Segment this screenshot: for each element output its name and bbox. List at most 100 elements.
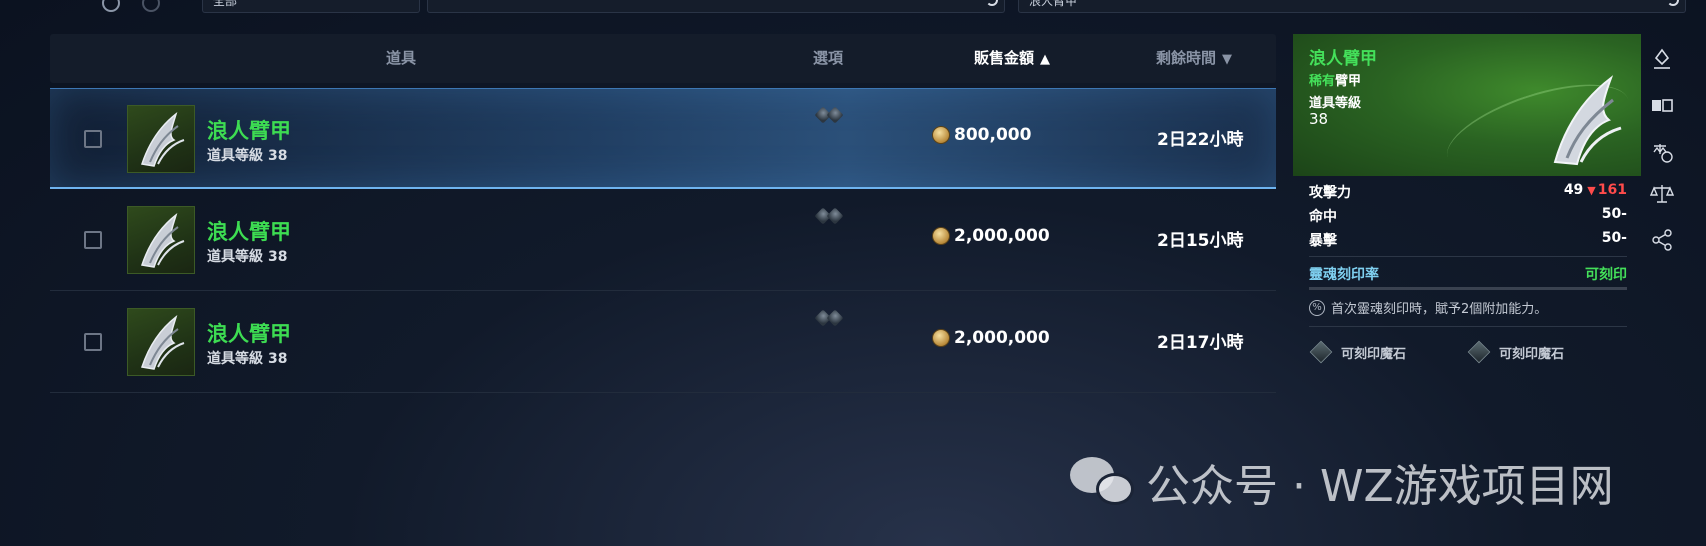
soul-engrave-row: 靈魂刻印率 可刻印 — [1309, 264, 1627, 284]
engrave-rate-bar — [1309, 287, 1627, 290]
socket-gem-icon — [1309, 340, 1333, 364]
share-icon[interactable] — [1650, 228, 1674, 252]
watermark: 公众号 · WZ游戏项目网 — [1070, 450, 1614, 514]
stat-accuracy: 命中 50- — [1309, 206, 1627, 230]
row-checkbox[interactable] — [84, 333, 102, 351]
sale-price: 2,000,000 — [932, 328, 1050, 348]
detail-item-name: 浪人臂甲 — [1309, 49, 1377, 69]
item-level-label: 道具等級 — [207, 249, 263, 265]
detail-rarity: 稀有 — [1309, 74, 1336, 89]
socket-gem-icon — [1467, 340, 1491, 364]
stat-value: 49 ▼ 161 — [1564, 182, 1627, 198]
bracer-icon — [1553, 75, 1622, 166]
coin-icon — [932, 227, 950, 245]
detail-rarity-type: 稀有臂甲 — [1309, 70, 1361, 89]
sort-down-icon: ▼ — [1222, 52, 1233, 67]
detail-level-value: 38 — [1309, 110, 1329, 128]
socket-label: 可刻印魔石 — [1499, 346, 1565, 362]
row-checkbox[interactable] — [84, 130, 102, 148]
bracer-icon — [141, 212, 185, 268]
sale-price-value: 2,000,000 — [954, 226, 1050, 246]
item-thumbnail — [127, 308, 195, 376]
detail-header: 浪人臂甲 稀有臂甲 道具等級 38 — [1293, 34, 1641, 192]
stat-compare: 161 — [1597, 182, 1627, 198]
item-level-label: 道具等級 — [207, 148, 263, 164]
column-options: 選項 — [813, 49, 844, 67]
column-time-label: 剩餘時間 — [1156, 49, 1217, 67]
stat-label: 暴擊 — [1309, 233, 1337, 249]
engrave-note-text: 首次靈魂刻印時，賦予2個附加能力。 — [1331, 302, 1548, 317]
table-row[interactable]: 浪人臂甲 道具等級 38 2,000,000 2日15小時 — [50, 190, 1276, 291]
refresh-icon[interactable] — [1667, 0, 1679, 6]
stat-label: 攻擊力 — [1309, 185, 1351, 201]
socket-slot[interactable]: 可刻印魔石 — [1309, 340, 1407, 364]
search-input-item[interactable]: 浪人臂甲 — [1018, 0, 1686, 13]
item-level: 道具等級 38 — [207, 348, 287, 368]
detail-type: 臂甲 — [1335, 74, 1362, 89]
option-gems — [814, 207, 844, 225]
table-row[interactable]: 浪人臂甲 道具等級 38 2,000,000 2日17小時 — [50, 292, 1276, 393]
balance-scale-icon[interactable] — [1649, 182, 1675, 206]
column-time-sort[interactable]: 剩餘時間 ▼ — [1156, 34, 1232, 83]
row-checkbox[interactable] — [84, 231, 102, 249]
compare-cards-icon[interactable] — [1650, 94, 1674, 118]
item-thumbnail — [127, 105, 195, 173]
engrave-status: 可刻印 — [1585, 267, 1627, 283]
column-price-label: 販售金額 — [974, 49, 1035, 67]
item-level-value: 38 — [268, 351, 288, 367]
settings-icon[interactable] — [102, 0, 120, 12]
item-name[interactable]: 浪人臂甲 — [207, 115, 291, 145]
sort-up-icon: ▲ — [1040, 52, 1051, 67]
table-header: 道具 選項 販售金額 ▲ 剩餘時間 ▼ — [50, 34, 1276, 83]
item-level: 道具等級 38 — [207, 246, 287, 266]
search-input-primary[interactable] — [427, 0, 1005, 13]
gem-icon — [826, 106, 844, 124]
stat-value: 50- — [1601, 206, 1627, 222]
sale-price: 2,000,000 — [932, 226, 1050, 246]
stat-value: 50- — [1601, 230, 1627, 246]
table-row[interactable]: 浪人臂甲 道具等級 38 800,000 2日22小時 — [50, 88, 1276, 189]
socket-slot[interactable]: 可刻印魔石 — [1467, 340, 1565, 364]
item-detail-panel: 浪人臂甲 稀有臂甲 道具等級 38 攻擊力 49 ▼ 161 命中 50- 暴擊 5… — [1293, 34, 1641, 364]
item-name[interactable]: 浪人臂甲 — [207, 318, 291, 348]
option-gems — [814, 309, 844, 327]
detail-level-label: 道具等級 — [1309, 96, 1362, 111]
sale-price-value: 800,000 — [954, 125, 1032, 145]
divider — [1309, 326, 1627, 327]
watermark-text: 公众号 · WZ游戏项目网 — [1146, 461, 1614, 512]
top-filter-bar: 全部 浪人臂甲 — [0, 0, 1706, 14]
remaining-time: 2日17小時 — [1157, 333, 1244, 353]
gem-icon — [826, 207, 844, 225]
stat-label: 命中 — [1309, 209, 1337, 225]
stat-current: 49 — [1563, 182, 1584, 198]
refresh-icon[interactable] — [986, 0, 998, 6]
remaining-time: 2日22小時 — [1157, 130, 1244, 150]
column-item: 道具 — [386, 49, 417, 67]
bracer-icon — [141, 314, 185, 370]
stat-critical: 暴擊 50- — [1309, 230, 1627, 254]
gem-marker-icon[interactable] — [1650, 48, 1674, 72]
item-level-value: 38 — [268, 249, 288, 265]
category-select[interactable]: 全部 — [202, 0, 420, 13]
engrave-label: 靈魂刻印率 — [1309, 267, 1379, 283]
column-price-sort[interactable]: 販售金額 ▲ — [974, 34, 1050, 83]
sale-price: 800,000 — [932, 125, 1031, 145]
option-gems — [814, 106, 844, 124]
stat-attack: 攻擊力 49 ▼ 161 — [1309, 182, 1627, 206]
engrave-note: % 首次靈魂刻印時，賦予2個附加能力。 — [1309, 298, 1627, 317]
coin-icon — [932, 126, 950, 144]
wechat-logo-icon — [1070, 457, 1134, 507]
decrease-arrow-icon: ▼ — [1587, 184, 1596, 197]
percent-icon: % — [1309, 299, 1325, 316]
filter-icon[interactable] — [142, 0, 160, 12]
divider — [1309, 256, 1627, 257]
coin-icon — [932, 329, 950, 347]
item-name[interactable]: 浪人臂甲 — [207, 216, 291, 246]
item-level-label: 道具等級 — [207, 351, 263, 367]
item-thumbnail — [127, 206, 195, 274]
socket-label: 可刻印魔石 — [1341, 346, 1407, 362]
world-market-icon[interactable] — [1650, 140, 1674, 164]
item-level: 道具等級 38 — [207, 145, 287, 165]
sale-price-value: 2,000,000 — [954, 328, 1050, 348]
item-level-value: 38 — [268, 148, 288, 164]
